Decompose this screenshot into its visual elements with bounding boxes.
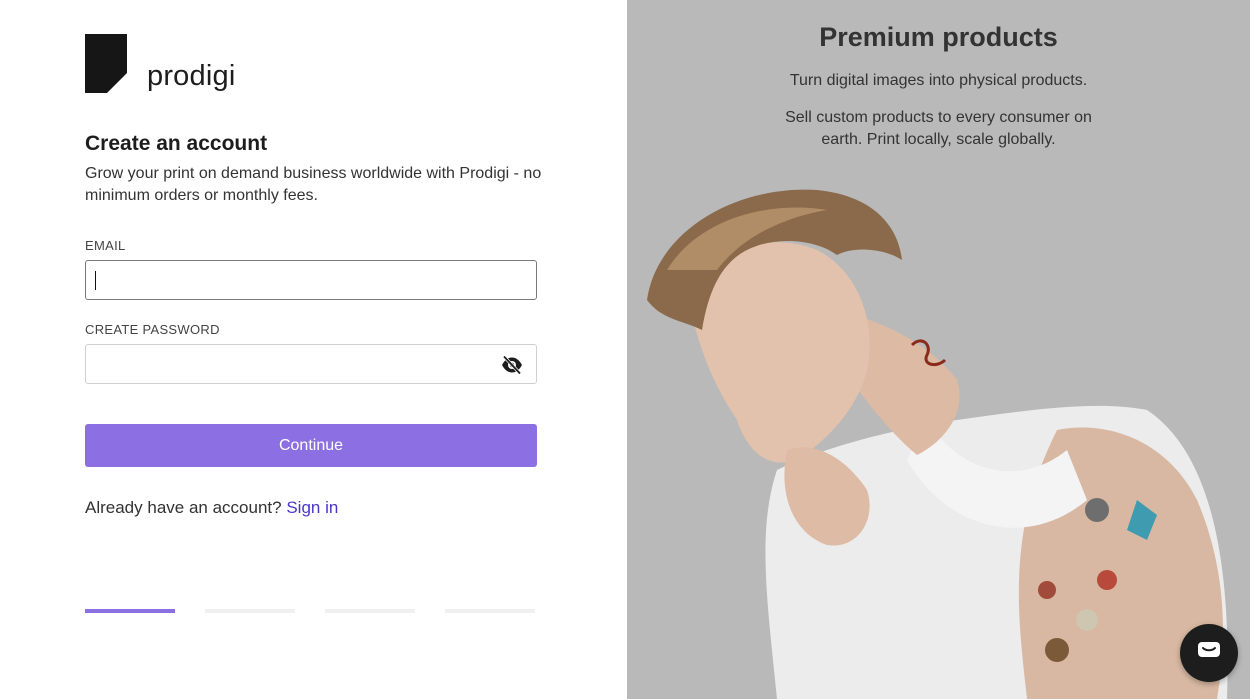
progress-step	[325, 609, 415, 613]
progress-step	[85, 609, 175, 613]
signin-prompt: Already have an account?	[85, 498, 282, 517]
prodigi-logo[interactable]: prodigi	[85, 34, 235, 93]
eye-slash-icon[interactable]	[501, 355, 523, 375]
text-cursor	[95, 271, 96, 290]
prodigi-logo-icon	[85, 34, 127, 93]
progress-steps	[85, 609, 535, 613]
password-label: CREATE PASSWORD	[85, 322, 220, 337]
promo-text: Turn digital images into physical produc…	[789, 72, 1088, 89]
chat-button[interactable]	[1180, 624, 1238, 682]
email-input[interactable]	[86, 261, 536, 299]
progress-step	[445, 609, 535, 613]
promo-pane: Premium products Turn digital images int…	[627, 0, 1250, 699]
continue-button[interactable]: Continue	[85, 424, 537, 467]
brand-name: prodigi	[147, 60, 236, 92]
email-field[interactable]	[85, 260, 537, 300]
password-input[interactable]	[86, 345, 536, 383]
page-subtitle: Grow your print on demand business world…	[85, 165, 542, 204]
signup-pane: prodigi Create an account Grow your prin…	[0, 0, 627, 699]
model-photo	[647, 189, 1228, 699]
page-title: Create an account	[85, 132, 268, 155]
signin-link[interactable]: Sign in	[286, 498, 338, 517]
promo-text-secondary: Sell custom products to every consumer o…	[627, 107, 1250, 151]
email-label: EMAIL	[85, 238, 126, 253]
signin-prompt-line: Already have an account? Sign in	[85, 498, 338, 518]
progress-step	[205, 609, 295, 613]
promo-text-secondary-content: Sell custom products to every consumer o…	[785, 109, 1092, 148]
chat-bubble-icon	[1197, 641, 1221, 666]
password-field[interactable]	[85, 344, 537, 384]
promo-title: Premium products	[819, 22, 1058, 52]
